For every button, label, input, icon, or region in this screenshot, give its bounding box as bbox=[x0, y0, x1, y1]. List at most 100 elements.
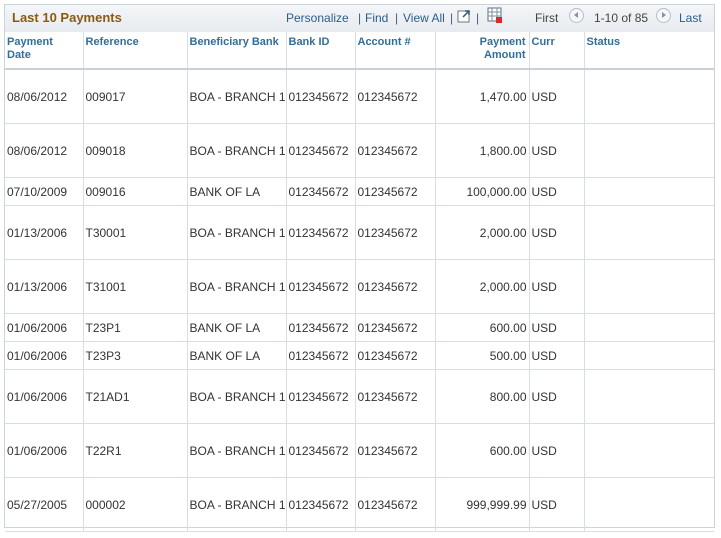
payment-date-cell: 01/06/2006 bbox=[5, 313, 84, 342]
column-header-currency[interactable]: Curr bbox=[529, 32, 585, 70]
account-cell: 012345672 bbox=[355, 205, 436, 260]
bank-id-cell: 012345672 bbox=[286, 341, 356, 370]
payment-date-cell: 01/06/2006 bbox=[5, 341, 84, 370]
table-row: 01/06/2006 T23P1 BANK OF LA 012345672 01… bbox=[5, 313, 714, 342]
column-header-reference[interactable]: Reference bbox=[83, 32, 188, 70]
row-range-label: 1-10 of 85 bbox=[594, 11, 649, 25]
payment-amount-cell: 999,999.99 bbox=[435, 477, 530, 532]
view-all-link[interactable]: View All bbox=[403, 11, 445, 25]
payment-date-cell: 01/13/2006 bbox=[5, 205, 84, 260]
payment-amount-cell: 100,000.00 bbox=[435, 177, 530, 206]
reference-cell: 000002 bbox=[83, 477, 188, 532]
beneficiary-bank-cell: BANK OF LA bbox=[187, 341, 287, 370]
beneficiary-bank-cell: BOA - BRANCH 1 bbox=[187, 477, 287, 532]
toolbar-separator: | bbox=[358, 11, 362, 25]
account-cell: 012345672 bbox=[355, 313, 436, 342]
new-window-icon[interactable] bbox=[457, 9, 471, 23]
currency-cell: USD bbox=[529, 423, 585, 478]
table-row: 01/06/2006 T21AD1 BOA - BRANCH 1 0123456… bbox=[5, 369, 714, 424]
payment-amount-cell: 600.00 bbox=[435, 423, 530, 478]
status-cell bbox=[584, 369, 714, 424]
status-cell bbox=[584, 423, 714, 478]
payment-date-cell: 07/10/2009 bbox=[5, 177, 84, 206]
status-cell bbox=[584, 177, 714, 206]
beneficiary-bank-cell: BANK OF LA bbox=[187, 177, 287, 206]
account-cell: 012345672 bbox=[355, 177, 436, 206]
currency-cell: USD bbox=[529, 177, 585, 206]
table-row: 08/06/2012 009018 BOA - BRANCH 1 0123456… bbox=[5, 123, 714, 178]
reference-cell: T21AD1 bbox=[83, 369, 188, 424]
currency-cell: USD bbox=[529, 205, 585, 260]
beneficiary-bank-cell: BOA - BRANCH 1 bbox=[187, 123, 287, 178]
table-row: 01/13/2006 T30001 BOA - BRANCH 1 0123456… bbox=[5, 205, 714, 260]
payment-amount-cell: 1,800.00 bbox=[435, 123, 530, 178]
next-arrow-icon[interactable] bbox=[656, 8, 671, 23]
account-cell: 012345672 bbox=[355, 69, 436, 124]
table-header-row: Payment Date Reference Beneficiary Bank B… bbox=[5, 32, 714, 70]
table-row: 08/06/2012 009017 BOA - BRANCH 1 0123456… bbox=[5, 69, 714, 124]
beneficiary-bank-cell: BANK OF LA bbox=[187, 313, 287, 342]
payment-amount-cell: 800.00 bbox=[435, 369, 530, 424]
column-header-payment-amount[interactable]: Payment Amount bbox=[435, 32, 530, 70]
previous-arrow-icon[interactable] bbox=[569, 8, 584, 23]
bank-id-cell: 012345672 bbox=[286, 259, 356, 314]
table-row: 07/10/2009 009016 BANK OF LA 012345672 0… bbox=[5, 177, 714, 206]
account-cell: 012345672 bbox=[355, 423, 436, 478]
currency-cell: USD bbox=[529, 313, 585, 342]
toolbar-separator: | bbox=[450, 11, 454, 25]
reference-cell: T22R1 bbox=[83, 423, 188, 478]
reference-cell: T31001 bbox=[83, 259, 188, 314]
column-header-status[interactable]: Status bbox=[584, 32, 714, 70]
beneficiary-bank-cell: BOA - BRANCH 1 bbox=[187, 69, 287, 124]
bank-id-cell: 012345672 bbox=[286, 369, 356, 424]
column-header-beneficiary-bank[interactable]: Beneficiary Bank bbox=[187, 32, 287, 70]
table-row: 01/06/2006 T22R1 BOA - BRANCH 1 01234567… bbox=[5, 423, 714, 478]
reference-cell: T23P1 bbox=[83, 313, 188, 342]
column-header-payment-date[interactable]: Payment Date bbox=[5, 32, 84, 70]
find-link[interactable]: Find bbox=[365, 11, 388, 25]
currency-cell: USD bbox=[529, 369, 585, 424]
table-row: 05/27/2005 000002 BOA - BRANCH 1 0123456… bbox=[5, 477, 714, 532]
payment-date-cell: 05/27/2005 bbox=[5, 477, 84, 532]
bank-id-cell: 012345672 bbox=[286, 477, 356, 532]
payments-table: Payment Date Reference Beneficiary Bank B… bbox=[5, 32, 714, 532]
beneficiary-bank-cell: BOA - BRANCH 1 bbox=[187, 259, 287, 314]
currency-cell: USD bbox=[529, 477, 585, 532]
payment-amount-cell: 2,000.00 bbox=[435, 259, 530, 314]
currency-cell: USD bbox=[529, 259, 585, 314]
bank-id-cell: 012345672 bbox=[286, 313, 356, 342]
last-link[interactable]: Last bbox=[679, 11, 702, 25]
bank-id-cell: 012345672 bbox=[286, 69, 356, 124]
beneficiary-bank-cell: BOA - BRANCH 1 bbox=[187, 205, 287, 260]
payment-date-cell: 01/06/2006 bbox=[5, 423, 84, 478]
toolbar-separator: | bbox=[476, 11, 480, 25]
grid-title: Last 10 Payments bbox=[12, 10, 122, 25]
account-cell: 012345672 bbox=[355, 259, 436, 314]
currency-cell: USD bbox=[529, 341, 585, 370]
reference-cell: 009017 bbox=[83, 69, 188, 124]
payment-date-cell: 08/06/2012 bbox=[5, 123, 84, 178]
bank-id-cell: 012345672 bbox=[286, 205, 356, 260]
payment-date-cell: 01/13/2006 bbox=[5, 259, 84, 314]
first-label[interactable]: First bbox=[535, 11, 558, 25]
payment-date-cell: 08/06/2012 bbox=[5, 69, 84, 124]
currency-cell: USD bbox=[529, 69, 585, 124]
payments-grid: Last 10 Payments Personalize | Find | Vi… bbox=[4, 4, 715, 532]
payment-amount-cell: 600.00 bbox=[435, 313, 530, 342]
payment-amount-cell: 2,000.00 bbox=[435, 205, 530, 260]
column-header-bank-id[interactable]: Bank ID bbox=[286, 32, 356, 70]
personalize-link[interactable]: Personalize bbox=[286, 11, 349, 25]
download-spreadsheet-icon[interactable] bbox=[487, 7, 503, 24]
bank-id-cell: 012345672 bbox=[286, 123, 356, 178]
bank-id-cell: 012345672 bbox=[286, 177, 356, 206]
reference-cell: T30001 bbox=[83, 205, 188, 260]
payment-date-cell: 01/06/2006 bbox=[5, 369, 84, 424]
reference-cell: 009016 bbox=[83, 177, 188, 206]
account-cell: 012345672 bbox=[355, 123, 436, 178]
status-cell bbox=[584, 123, 714, 178]
payment-amount-cell: 1,470.00 bbox=[435, 69, 530, 124]
account-cell: 012345672 bbox=[355, 369, 436, 424]
grid-titlebar: Last 10 Payments Personalize | Find | Vi… bbox=[5, 5, 714, 33]
column-header-account[interactable]: Account # bbox=[355, 32, 436, 70]
payment-amount-cell: 500.00 bbox=[435, 341, 530, 370]
